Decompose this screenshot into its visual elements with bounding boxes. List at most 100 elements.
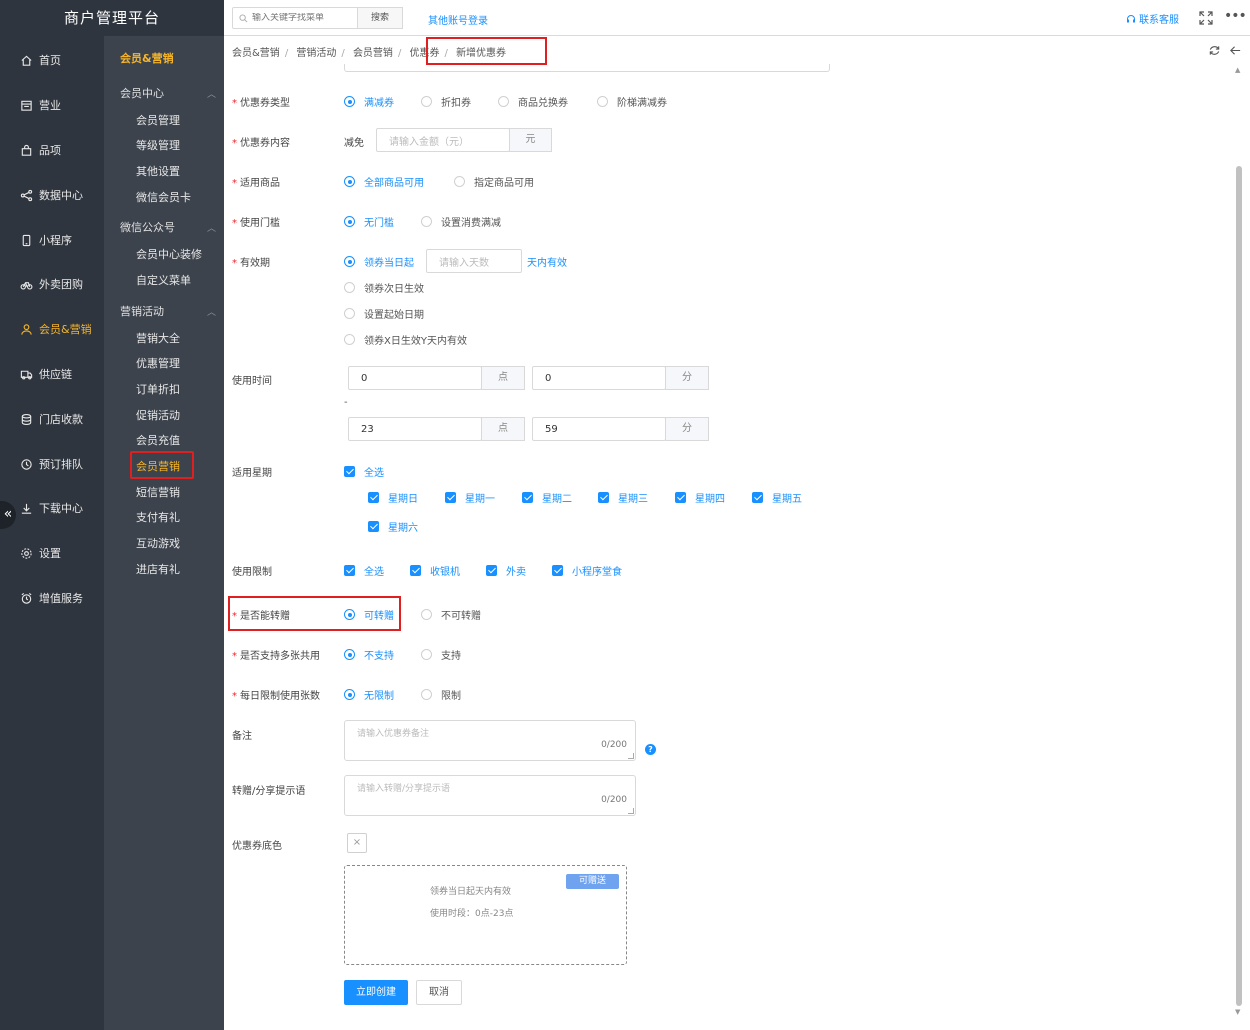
- subnav-item-store-gift[interactable]: 进店有礼: [136, 561, 180, 579]
- search-button[interactable]: 搜索: [357, 7, 403, 29]
- start-hour-input[interactable]: 0: [348, 366, 482, 390]
- resize-grip-icon[interactable]: [628, 753, 634, 759]
- radio-validity-start-date[interactable]: 设置起始日期: [344, 306, 424, 321]
- radio-validity-xy[interactable]: 领券X日生效Y天内有效: [344, 332, 467, 347]
- radio-validity-same-day[interactable]: 领券当日起: [344, 254, 414, 269]
- coupon-type-label: 优惠券类型: [232, 94, 290, 109]
- radio-label: 不可转赠: [441, 611, 481, 622]
- subnav-group-member-center[interactable]: 会员中心 ︿: [120, 84, 216, 102]
- transferable-badge: 可赠送: [566, 874, 619, 889]
- checkbox-limit-takeout[interactable]: 外卖: [486, 563, 526, 578]
- end-minute-input[interactable]: 59: [532, 417, 666, 441]
- subnav-item-sms-marketing[interactable]: 短信营销: [136, 484, 180, 502]
- nav-item-value-added[interactable]: 增值服务: [0, 587, 104, 609]
- fullscreen-icon[interactable]: [1198, 10, 1214, 26]
- subnav-item-discount-manage[interactable]: 优惠管理: [136, 355, 180, 373]
- breadcrumb-item[interactable]: 会员营销: [353, 48, 393, 59]
- checkbox-sunday[interactable]: 星期日: [368, 490, 418, 505]
- checkbox-limit-mini-dinein[interactable]: 小程序堂食: [552, 563, 622, 578]
- home-icon: [19, 53, 33, 67]
- nav-item-home[interactable]: 首页: [0, 49, 104, 71]
- coupon-content-label: 优惠券内容: [232, 134, 290, 149]
- subnav-group-wechat[interactable]: 微信公众号 ︿: [120, 218, 216, 236]
- amount-prefix: 减免: [344, 138, 364, 149]
- radio-label: 无限制: [364, 691, 394, 702]
- radio-coupon-type-discount[interactable]: 折扣券: [421, 94, 471, 109]
- menu-search-box[interactable]: [232, 7, 358, 29]
- vertical-scrollbar[interactable]: ▲ ▼: [1232, 64, 1250, 1030]
- subnav-item-wechat-card[interactable]: 微信会员卡: [136, 189, 191, 207]
- radio-threshold-set[interactable]: 设置消费满减: [421, 214, 501, 229]
- subnav-item-order-discount[interactable]: 订单折扣: [136, 381, 180, 399]
- refresh-icon[interactable]: [1208, 44, 1221, 57]
- radio-coupon-type-tiered[interactable]: 阶梯满减券: [597, 94, 667, 109]
- nav-item-takeout[interactable]: 外卖团购: [0, 273, 104, 295]
- radio-daily-limit-set[interactable]: 限制: [421, 687, 461, 702]
- breadcrumb-item[interactable]: 营销活动: [296, 48, 336, 59]
- radio-goods-all[interactable]: 全部商品可用: [344, 174, 424, 189]
- radio-transferable-no[interactable]: 不可转赠: [421, 607, 481, 622]
- nav-item-business[interactable]: 营业: [0, 94, 104, 116]
- subnav-item-games[interactable]: 互动游戏: [136, 535, 180, 553]
- radio-coupon-type-full-reduction[interactable]: 满减券: [344, 94, 394, 109]
- checkbox-saturday[interactable]: 星期六: [368, 519, 418, 534]
- checkbox-limit-all[interactable]: 全选: [344, 563, 384, 578]
- subnav-item-custom-menu[interactable]: 自定义菜单: [136, 272, 191, 290]
- contact-service-link[interactable]: 联系客服: [1126, 11, 1179, 26]
- nav-item-supply-chain[interactable]: 供应链: [0, 363, 104, 385]
- radio-coupon-type-exchange[interactable]: 商品兑换券: [498, 94, 568, 109]
- checkbox-tuesday[interactable]: 星期二: [522, 490, 572, 505]
- coupon-name-input[interactable]: [344, 64, 830, 72]
- radio-multi-use-yes[interactable]: 支持: [421, 647, 461, 662]
- subnav-item-marketing-all[interactable]: 营销大全: [136, 330, 180, 348]
- subnav-item-member-manage[interactable]: 会员管理: [136, 112, 180, 130]
- subnav-item-other-settings[interactable]: 其他设置: [136, 163, 180, 181]
- subnav-item-pay-gift[interactable]: 支付有礼: [136, 509, 180, 527]
- radio-threshold-none[interactable]: 无门槛: [344, 214, 394, 229]
- scroll-down-arrow-icon[interactable]: ▼: [1235, 1008, 1240, 1016]
- search-icon: [239, 13, 248, 23]
- scroll-thumb[interactable]: [1236, 166, 1242, 1006]
- nav-item-store-payment[interactable]: 门店收款: [0, 408, 104, 430]
- start-minute-input[interactable]: 0: [532, 366, 666, 390]
- amount-input[interactable]: 请输入金额（元）: [376, 128, 510, 152]
- checkbox-thursday[interactable]: 星期四: [675, 490, 725, 505]
- subnav-item-member-decor[interactable]: 会员中心装修: [136, 246, 202, 264]
- time-separator: -: [344, 397, 348, 408]
- radio-multi-use-no[interactable]: 不支持: [344, 647, 394, 662]
- checkbox-limit-cashier[interactable]: 收银机: [410, 563, 460, 578]
- cancel-button[interactable]: 取消: [416, 980, 462, 1005]
- remark-textarea[interactable]: 请输入优惠券备注 0/200: [344, 720, 636, 761]
- radio-label: 限制: [441, 691, 461, 702]
- radio-validity-next-day[interactable]: 领券次日生效: [344, 280, 424, 295]
- subnav-item-member-recharge[interactable]: 会员充值: [136, 432, 180, 450]
- checkbox-wednesday[interactable]: 星期三: [598, 490, 648, 505]
- more-icon[interactable]: •••: [1224, 8, 1247, 24]
- subnav-item-promotion[interactable]: 促销活动: [136, 407, 180, 425]
- nav-item-settings[interactable]: 设置: [0, 542, 104, 564]
- nav-item-data-center[interactable]: 数据中心: [0, 184, 104, 206]
- end-hour-input[interactable]: 23: [348, 417, 482, 441]
- subnav-item-level-manage[interactable]: 等级管理: [136, 137, 180, 155]
- menu-search-input[interactable]: [252, 13, 352, 23]
- share-tip-textarea[interactable]: 请输入转赠/分享提示语 0/200: [344, 775, 636, 816]
- checkbox-friday[interactable]: 星期五: [752, 490, 802, 505]
- back-arrow-icon[interactable]: [1229, 44, 1242, 57]
- validity-days-input[interactable]: 请输入天数: [426, 249, 522, 273]
- radio-goods-specified[interactable]: 指定商品可用: [454, 174, 534, 189]
- help-icon[interactable]: ?: [645, 744, 656, 755]
- radio-daily-limit-none[interactable]: 无限制: [344, 687, 394, 702]
- create-button[interactable]: 立即创建: [344, 980, 408, 1005]
- scroll-up-arrow-icon[interactable]: ▲: [1235, 66, 1240, 74]
- checkbox-weekdays-all[interactable]: 全选: [344, 464, 384, 479]
- nav-item-reservation[interactable]: 预订排队: [0, 453, 104, 475]
- subnav-group-marketing[interactable]: 营销活动 ︿: [120, 302, 216, 320]
- color-picker-swatch[interactable]: ×: [347, 833, 367, 853]
- breadcrumb-item[interactable]: 会员&营销: [232, 48, 280, 59]
- nav-item-member-marketing[interactable]: 会员&营销: [0, 318, 104, 340]
- nav-item-products[interactable]: 品项: [0, 139, 104, 161]
- other-login-link[interactable]: 其他账号登录: [428, 12, 488, 27]
- nav-item-mini-program[interactable]: 小程序: [0, 229, 104, 251]
- checkbox-monday[interactable]: 星期一: [445, 490, 495, 505]
- resize-grip-icon[interactable]: [628, 808, 634, 814]
